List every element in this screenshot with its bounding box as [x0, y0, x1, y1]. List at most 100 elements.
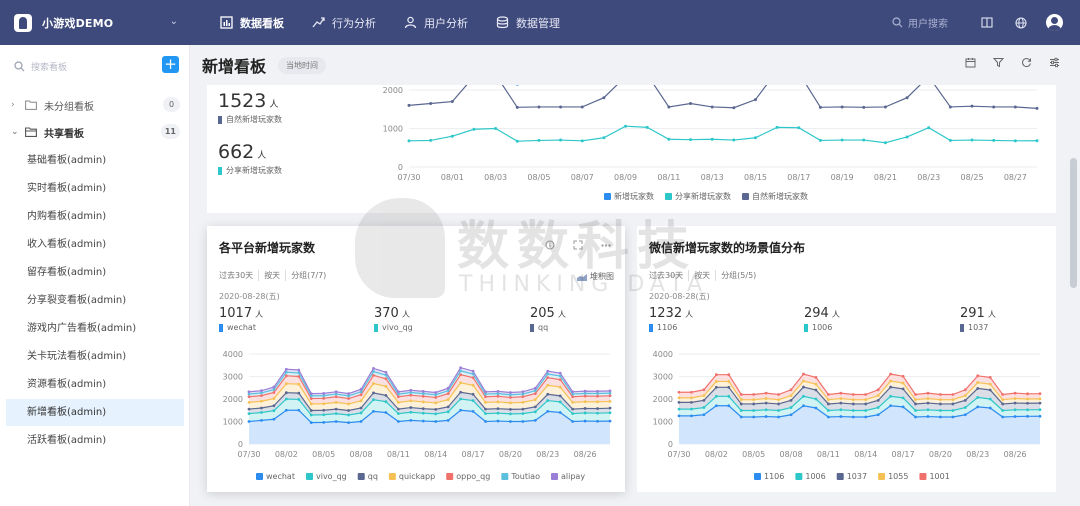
data-point[interactable]	[533, 389, 537, 393]
data-point[interactable]	[334, 420, 338, 423]
sidebar-item-levels[interactable]: 关卡玩法看板(admin)	[6, 343, 184, 370]
data-point[interactable]	[864, 398, 868, 402]
data-point[interactable]	[484, 407, 487, 411]
data-point[interactable]	[914, 393, 917, 396]
data-point[interactable]	[450, 100, 454, 104]
legend-label[interactable]: 1106	[764, 472, 784, 481]
data-point[interactable]	[992, 138, 996, 142]
data-point[interactable]	[988, 406, 992, 410]
group-shared[interactable]: ⌄ 共享看板 11	[0, 119, 190, 145]
data-point[interactable]	[571, 400, 575, 404]
data-point[interactable]	[814, 406, 818, 410]
data-point[interactable]	[764, 415, 768, 418]
data-point[interactable]	[690, 414, 693, 418]
data-point[interactable]	[739, 402, 743, 406]
data-point[interactable]	[951, 415, 955, 419]
data-point[interactable]	[690, 407, 693, 411]
data-point[interactable]	[429, 101, 433, 105]
legend-swatch[interactable]	[754, 473, 761, 480]
data-point[interactable]	[818, 138, 822, 142]
data-point[interactable]	[396, 395, 400, 399]
data-point[interactable]	[297, 391, 301, 395]
data-point[interactable]	[421, 407, 425, 411]
data-point[interactable]	[914, 402, 917, 406]
data-point[interactable]	[515, 105, 519, 109]
data-point[interactable]	[446, 410, 450, 414]
data-point[interactable]	[396, 400, 400, 404]
legend-swatch[interactable]	[256, 473, 263, 480]
data-point[interactable]	[583, 389, 587, 393]
legend-swatch[interactable]	[550, 473, 558, 480]
legend-label[interactable]: 1037	[847, 472, 867, 481]
data-point[interactable]	[334, 407, 338, 411]
data-point[interactable]	[596, 400, 599, 404]
data-point[interactable]	[272, 404, 276, 408]
data-point[interactable]	[396, 390, 400, 394]
data-point[interactable]	[777, 409, 780, 412]
data-point[interactable]	[284, 374, 288, 378]
data-point[interactable]	[580, 139, 584, 143]
data-point[interactable]	[883, 105, 887, 109]
data-point[interactable]	[876, 406, 880, 409]
scene-stacked-area-chart[interactable]: 0 1000 2000 3000 4000 07/30 08/02 08/05 08/08 08/…	[637, 226, 1056, 492]
data-point[interactable]	[645, 125, 649, 129]
data-point[interactable]	[789, 413, 793, 417]
data-point[interactable]	[864, 415, 868, 419]
data-point[interactable]	[521, 420, 525, 423]
legend-swatch[interactable]	[357, 473, 365, 480]
data-point[interactable]	[914, 398, 917, 402]
data-point[interactable]	[421, 389, 425, 393]
data-point[interactable]	[876, 398, 880, 402]
data-point[interactable]	[409, 418, 413, 422]
data-point[interactable]	[347, 397, 350, 400]
data-point[interactable]	[992, 105, 996, 109]
data-point[interactable]	[533, 392, 537, 395]
legend-label[interactable]: alipay	[561, 472, 585, 481]
data-point[interactable]	[1001, 393, 1005, 396]
data-point[interactable]	[839, 408, 843, 412]
data-point[interactable]	[752, 398, 756, 402]
data-point[interactable]	[710, 105, 714, 109]
data-point[interactable]	[914, 409, 917, 412]
data-point[interactable]	[297, 408, 301, 412]
data-point[interactable]	[889, 394, 893, 398]
filter-button[interactable]	[984, 57, 1012, 68]
docs-button[interactable]	[970, 0, 1004, 45]
data-point[interactable]	[1001, 402, 1005, 406]
data-point[interactable]	[471, 399, 475, 402]
data-point[interactable]	[546, 399, 550, 402]
data-point[interactable]	[764, 408, 768, 412]
data-point[interactable]	[384, 400, 388, 404]
data-point[interactable]	[521, 390, 525, 394]
data-point[interactable]	[384, 377, 388, 381]
legend-swatch[interactable]	[795, 473, 803, 480]
data-point[interactable]	[926, 397, 930, 400]
data-point[interactable]	[901, 374, 905, 378]
sidebar-item-resources[interactable]: 资源看板(admin)	[6, 371, 184, 398]
data-point[interactable]	[446, 398, 450, 402]
data-point[interactable]	[814, 388, 818, 392]
data-point[interactable]	[752, 402, 756, 406]
data-point[interactable]	[459, 390, 463, 394]
data-point[interactable]	[839, 415, 843, 418]
chevron-down-icon[interactable]: ⌄	[11, 127, 25, 137]
data-point[interactable]	[309, 421, 313, 425]
data-point[interactable]	[396, 420, 400, 423]
data-point[interactable]	[359, 390, 363, 394]
data-point[interactable]	[839, 397, 843, 400]
data-point[interactable]	[753, 136, 757, 140]
sidebar-item-revenue[interactable]: 收入看板(admin)	[6, 231, 184, 258]
data-point[interactable]	[334, 390, 338, 394]
data-point[interactable]	[496, 407, 500, 411]
data-point[interactable]	[970, 138, 974, 142]
data-point[interactable]	[515, 139, 519, 143]
data-point[interactable]	[864, 402, 868, 406]
data-point[interactable]	[260, 406, 263, 410]
data-point[interactable]	[901, 387, 905, 391]
data-point[interactable]	[764, 391, 768, 395]
data-point[interactable]	[876, 388, 880, 392]
data-point[interactable]	[434, 407, 438, 411]
data-point[interactable]	[777, 402, 780, 406]
data-point[interactable]	[926, 401, 930, 405]
data-point[interactable]	[580, 105, 584, 109]
